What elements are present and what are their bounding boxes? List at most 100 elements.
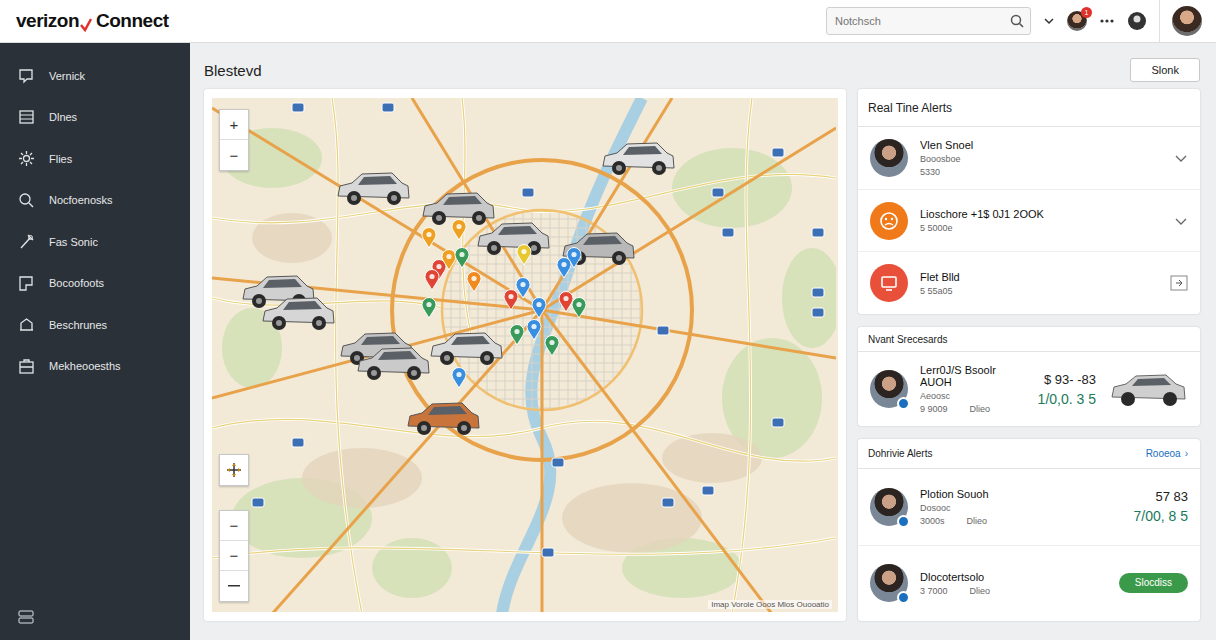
map-pin-icon[interactable]	[531, 297, 547, 319]
status-dot	[897, 591, 910, 604]
alert-row[interactable]: Flet Blld5 55a05	[858, 252, 1200, 314]
map-pin-icon[interactable]	[509, 324, 525, 346]
driver-alerts-card: Dohrivie AlertsRooeoa›Plotion SouohDosoo…	[858, 439, 1200, 621]
sidebar-item[interactable]: Beschrunes	[0, 304, 190, 346]
map-pin-icon[interactable]	[454, 247, 470, 269]
main: BlestevdSlonk+−−−Imap Vorole Ooos Mlos O…	[190, 43, 1216, 640]
alert-text: Flet Blld5 55a05	[920, 271, 1158, 296]
record-meta: 9 9009Dlieo	[920, 404, 1026, 414]
notification-badge: 1	[1081, 7, 1092, 18]
car-icon[interactable]	[599, 136, 677, 180]
record-meta: 3 7000 Dlieo	[920, 586, 1107, 596]
alert-badge	[870, 202, 908, 240]
map-pin-icon[interactable]	[503, 289, 519, 311]
record-row[interactable]: Plotion SouohDosooc3000sDlieo57 837/00, …	[858, 469, 1200, 546]
columns: +−−−Imap Vorole Ooos Mlos OuooatioReal T…	[204, 89, 1200, 621]
view-link[interactable]: Rooeoa›	[1146, 448, 1188, 459]
locate-control	[219, 454, 249, 486]
search-input[interactable]	[835, 15, 1010, 27]
amount-text: 1/0,0. 3 5	[1038, 391, 1096, 407]
page-title: Blestevd	[204, 62, 262, 79]
action-button[interactable]: Slonk	[1130, 58, 1200, 82]
record-title: Lerr0J/S Bsoolr AUOH	[920, 364, 1026, 388]
record-meta: 3000sDlieo	[920, 516, 1122, 526]
card-header: Nvant Srecesards	[858, 327, 1200, 352]
map-pin-icon[interactable]	[441, 249, 457, 271]
map-pin-icon[interactable]	[421, 297, 437, 319]
map-pin-icon[interactable]	[571, 297, 587, 319]
account-icon	[1127, 11, 1147, 31]
driver-photo	[870, 370, 908, 408]
lower-controls: −−	[219, 510, 249, 602]
move-icon	[226, 462, 242, 478]
alert-title: Flet Blld	[920, 271, 1158, 283]
chevron-down-icon[interactable]	[1174, 151, 1188, 165]
car-icon[interactable]	[334, 166, 412, 210]
card-header: Real Tine Alerts	[858, 89, 1200, 127]
map-pin-icon[interactable]	[544, 335, 560, 357]
alert-badge	[870, 264, 908, 302]
zoom-controls: +−	[219, 109, 249, 171]
amounts: Slocdiss	[1119, 573, 1188, 593]
car-icon[interactable]	[259, 291, 337, 335]
search-field[interactable]	[826, 7, 1031, 35]
record-text: Plotion SouohDosooc3000sDlieo	[920, 488, 1122, 526]
zoom-out-button[interactable]: −	[220, 140, 248, 170]
map-control-button[interactable]	[220, 571, 248, 601]
map-pin-icon[interactable]	[556, 257, 572, 279]
briefcase-icon	[18, 358, 35, 375]
map-pin-icon[interactable]	[424, 269, 440, 291]
car-icon[interactable]	[474, 216, 552, 260]
car-icon[interactable]	[354, 341, 432, 385]
map-pin-icon[interactable]	[466, 271, 482, 293]
record-row[interactable]: Lerr0J/S Bsoolr AUOHAeoosc9 9009Dlieo$ 9…	[858, 352, 1200, 426]
record-title: Plotion Souoh	[920, 488, 1122, 500]
map-control-button[interactable]: −	[220, 511, 248, 541]
car-icon[interactable]	[427, 326, 505, 370]
map-pin-icon[interactable]	[451, 219, 467, 241]
card-title: Real Tine Alerts	[868, 101, 952, 115]
map-pin-icon[interactable]	[451, 367, 467, 389]
status-button[interactable]: Slocdiss	[1119, 573, 1188, 593]
card-title: Nvant Srecesards	[868, 334, 947, 345]
sidebar-item[interactable]: Mekheooesths	[0, 346, 190, 388]
map-pin-icon[interactable]	[558, 291, 574, 313]
link-text: Rooeoa	[1146, 448, 1181, 459]
sidebar-item[interactable]: Flies	[0, 138, 190, 180]
monitor-icon	[879, 273, 899, 293]
sidebar-item[interactable]: Vernick	[0, 55, 190, 97]
map-background	[212, 98, 836, 612]
meta-text: 3 7000	[920, 586, 948, 596]
meta-text: Dlieo	[970, 586, 991, 596]
car-icon[interactable]	[404, 396, 482, 440]
map-control-button[interactable]: −	[220, 541, 248, 571]
building-icon	[18, 316, 35, 333]
map-card: +−−−Imap Vorole Ooos Mlos Ouooatio	[204, 89, 846, 621]
map-pin-icon[interactable]	[421, 227, 437, 249]
right-panel: Real Tine Alerts Vlen SnoelBooosboe5330Li…	[858, 89, 1200, 621]
alert-row[interactable]: Vlen SnoelBooosboe5330	[858, 127, 1200, 190]
sidebar-label: Nocfoenosks	[49, 194, 113, 206]
amounts: $ 93- -831/0,0. 3 5	[1038, 372, 1096, 407]
profile-avatar[interactable]	[1172, 6, 1202, 36]
sidebar-item[interactable]: Bocoofoots	[0, 263, 190, 305]
sidebar-item[interactable]: Dlnes	[0, 97, 190, 139]
map[interactable]: +−−−Imap Vorole Ooos Mlos Ouooatio	[212, 98, 838, 612]
chevron-down-icon[interactable]	[1174, 214, 1188, 228]
search-icon	[1010, 14, 1024, 28]
open-icon[interactable]	[1170, 275, 1188, 291]
status-dot	[897, 515, 910, 528]
locate-button[interactable]	[220, 455, 248, 485]
alert-row[interactable]: Lioschore +1$ 0J1 2OOK5 5000e	[858, 190, 1200, 253]
meta-text: 3000s	[920, 516, 945, 526]
sidebar-item[interactable]: Fas Sonic	[0, 221, 190, 263]
map-pin-icon[interactable]	[516, 244, 532, 266]
body: VernickDlnesFlies Nocfoenosks Fas SonicBoc…	[0, 43, 1216, 640]
record-row[interactable]: Dlocotertsolo3 7000DlieoSlocdiss	[858, 546, 1200, 622]
user-avatar[interactable]: 1	[1067, 11, 1087, 31]
logo[interactable]: verizonConnect	[16, 10, 169, 32]
sidebar-item[interactable]: Nocfoenosks	[0, 180, 190, 222]
card-header: Dohrivie AlertsRooeoa›	[858, 439, 1200, 469]
zoom-in-button[interactable]: +	[220, 110, 248, 140]
map-pin-icon[interactable]	[526, 319, 542, 341]
